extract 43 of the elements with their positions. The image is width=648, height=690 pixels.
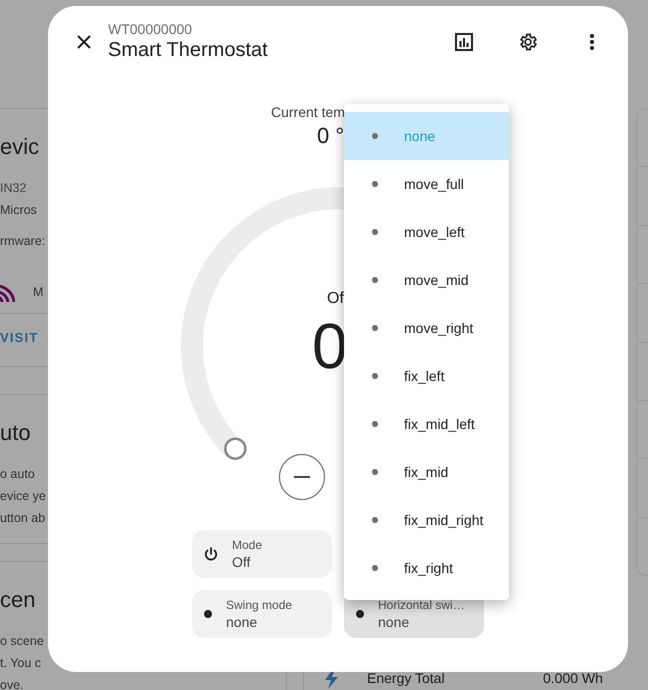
- menu-item[interactable]: fix_mid: [344, 448, 509, 496]
- feature-tile[interactable]: Swing mode none: [192, 590, 332, 638]
- current-temperature-value: 0 °: [317, 123, 344, 149]
- minus-icon: [294, 476, 310, 478]
- info-text: Micros: [0, 202, 37, 219]
- menu-item[interactable]: move_left: [344, 208, 509, 256]
- info-text: o scene: [0, 633, 44, 650]
- info-text: utton ab: [0, 510, 46, 527]
- menu-item[interactable]: move_full: [344, 160, 509, 208]
- menu-item[interactable]: fix_mid_left: [344, 400, 509, 448]
- info-text: t. You c: [0, 655, 42, 672]
- energy-label: Energy Total: [367, 669, 445, 688]
- info-text: rmware:: [0, 233, 46, 250]
- menu-item[interactable]: move_right: [344, 304, 509, 352]
- info-text: ove.: [0, 677, 24, 690]
- section-heading: cen: [0, 586, 36, 614]
- menu-item[interactable]: move_mid: [344, 256, 509, 304]
- dot-icon: [204, 610, 212, 618]
- hvac-state: Of: [327, 290, 344, 308]
- dot-icon: [356, 610, 364, 618]
- decrease-button[interactable]: [279, 454, 325, 500]
- section-heading: evic: [0, 133, 40, 161]
- more-icon: [590, 34, 594, 50]
- entity-name: M: [33, 284, 44, 301]
- device-id: WT00000000: [108, 21, 194, 37]
- menu-item[interactable]: fix_right: [344, 544, 509, 592]
- info-text: evice ye: [0, 488, 46, 505]
- close-icon: [77, 35, 91, 49]
- bar-chart-icon: [455, 33, 473, 51]
- info-text: o auto: [0, 466, 35, 483]
- dial-handle[interactable]: [224, 437, 247, 460]
- section-heading: uto: [0, 419, 31, 447]
- dialog-title: Smart Thermostat: [108, 38, 269, 63]
- lightning-icon: [324, 669, 340, 689]
- current-temperature-label: Current tem: [271, 104, 345, 120]
- feature-tile[interactable]: Mode Off: [192, 530, 332, 578]
- energy-value: 0.000 Wh: [543, 669, 603, 688]
- menu-item[interactable]: fix_mid_right: [344, 496, 509, 544]
- info-text: IN32: [0, 180, 26, 197]
- menu-item[interactable]: fix_left: [344, 352, 509, 400]
- settings-icon: [518, 32, 538, 52]
- power-icon: [204, 546, 218, 562]
- wifi-icon: [0, 282, 15, 302]
